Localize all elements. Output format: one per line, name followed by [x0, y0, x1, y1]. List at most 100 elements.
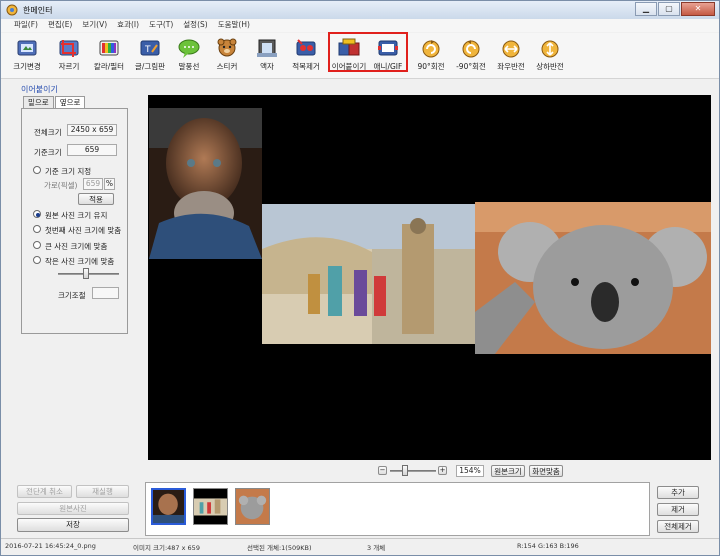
title-bar: 한메인터 ▁ ▢ ✕ [1, 1, 719, 19]
percent-toggle[interactable]: % [104, 178, 115, 190]
maximize-icon: ▢ [665, 4, 673, 13]
option-radio-fixed[interactable] [33, 166, 41, 174]
toolbar-label: 크기변경 [13, 62, 41, 71]
toolbar-label: 글/그림판 [134, 62, 166, 71]
menu-help[interactable]: 도움말(H) [213, 19, 255, 32]
panel-title: 이어붙이기 [21, 85, 58, 94]
red-eye-icon [296, 39, 316, 56]
flip-vertical-icon [541, 40, 559, 58]
photo-soldier-children [262, 204, 475, 344]
crop-button[interactable]: 자르기 [47, 35, 91, 75]
app-icon [6, 4, 18, 16]
redo-button[interactable]: 재실행 [76, 485, 129, 498]
status-count: 3 개체 [367, 544, 386, 552]
window-title: 한메인터 [23, 6, 53, 15]
original-size-button[interactable]: 원본크기 [491, 465, 525, 477]
app-window: 한메인터 ▁ ▢ ✕ 파일(F) 편집(E) 보기(V) 효과(I) 도구(T)… [0, 0, 720, 556]
menu-effects[interactable]: 효과(I) [112, 19, 144, 32]
toolbar-highlight [328, 32, 408, 72]
height-field[interactable]: 659 [83, 178, 103, 190]
toolbar-label: -90°회전 [456, 62, 486, 71]
zoom-in-button[interactable]: + [438, 466, 447, 475]
speech-bubble-icon [178, 39, 200, 58]
option-label: 첫번째 사진 크기에 맞춤 [45, 226, 122, 235]
total-size-field: 2450 x 659 [67, 124, 117, 136]
photo-old-man [149, 108, 262, 259]
menu-settings[interactable]: 설정(S) [178, 19, 212, 32]
toolbar-label: 액자 [260, 62, 274, 71]
thumbnail-item[interactable] [235, 488, 270, 525]
rotate-left-icon [462, 40, 480, 58]
resize-button[interactable]: 크기변경 [5, 35, 49, 75]
color-filter-button[interactable]: 칼라/필터 [87, 35, 131, 75]
base-size-field: 659 [67, 144, 117, 156]
red-eye-button[interactable]: 적목제거 [285, 35, 327, 75]
minimize-icon: ▁ [642, 4, 650, 13]
tab-down[interactable]: 밑으로 [23, 96, 54, 108]
status-image-size: 이미지 크기:487 x 659 [133, 544, 200, 552]
option-label: 큰 사진 크기에 맞춤 [45, 242, 108, 251]
sticker-icon [217, 38, 237, 57]
zoom-out-button[interactable]: − [378, 466, 387, 475]
flip-horizontal-button[interactable]: 좌우반전 [491, 35, 531, 75]
close-button[interactable]: ✕ [681, 2, 715, 16]
status-color: R:154 G:163 B:196 [517, 542, 579, 550]
sticker-button[interactable]: 스티커 [207, 35, 247, 75]
apply-button[interactable]: 적용 [78, 193, 114, 205]
option-radio-fit-first[interactable] [33, 225, 41, 233]
toolbar-label: 자르기 [58, 62, 80, 71]
toolbar-label: 스티커 [216, 62, 238, 71]
rotate-right-icon [422, 40, 440, 58]
thumbnail-item[interactable] [193, 488, 228, 525]
toolbar-label: 칼라/필터 [93, 62, 125, 71]
frame-button[interactable]: 액자 [247, 35, 287, 75]
text-draw-button[interactable]: T 글/그림판 [127, 35, 173, 75]
menu-edit[interactable]: 편집(E) [43, 19, 77, 32]
total-size-label: 전체크기 [34, 128, 62, 137]
zoom-slider-track[interactable] [390, 470, 436, 472]
remove-all-button[interactable]: 전체제거 [657, 520, 699, 533]
menu-file[interactable]: 파일(F) [9, 19, 43, 32]
rotate-left-button[interactable]: -90°회전 [451, 35, 491, 75]
zoom-value: 154% [456, 465, 484, 477]
rotate-right-button[interactable]: 90°회전 [411, 35, 451, 75]
undo-all-button[interactable]: 전단계 취소 [17, 485, 72, 498]
zoom-slider-thumb[interactable] [402, 465, 408, 476]
crop-icon [59, 40, 79, 57]
add-button[interactable]: 추가 [657, 486, 699, 499]
maximize-button[interactable]: ▢ [658, 2, 680, 16]
speech-bubble-button[interactable]: 말풍선 [169, 35, 209, 75]
option-label: 원본 사진 크기 유지 [45, 211, 108, 220]
flip-vertical-button[interactable]: 상하반전 [529, 35, 571, 75]
minimize-button[interactable]: ▁ [635, 2, 657, 16]
option-label: 작은 사진 크기에 맞춤 [45, 257, 115, 266]
close-icon: ✕ [694, 4, 702, 13]
thumbnail-item[interactable] [151, 488, 186, 525]
fit-screen-button[interactable]: 화면맞춤 [529, 465, 563, 477]
option-radio-keep-original[interactable] [33, 210, 41, 218]
remove-button[interactable]: 제거 [657, 503, 699, 516]
size-slider-thumb[interactable] [82, 268, 89, 279]
color-filter-icon [99, 40, 119, 56]
toolbar-label: 적목제거 [292, 62, 320, 71]
size-adjust-field[interactable] [92, 287, 119, 299]
option-radio-fit-smallest[interactable] [33, 256, 41, 264]
status-file: 2016-07-21 16:45:24_0.png [5, 542, 96, 550]
toolbar-label: 90°회전 [417, 62, 445, 71]
join-options-panel: 전체크기 2450 x 659 기준크기 659 기준 크기 지정 가로(픽셀)… [21, 108, 128, 334]
thumbnail-strip [145, 482, 650, 536]
flip-horizontal-icon [502, 40, 520, 58]
status-selection: 선택된 개체:1(509KB) [247, 544, 312, 552]
size-adjust-label: 크기조절 [58, 291, 86, 300]
toolbar-label: 상하반전 [536, 62, 564, 71]
menu-tools[interactable]: 도구(T) [144, 19, 178, 32]
menu-view[interactable]: 보기(V) [77, 19, 112, 32]
option-radio-fit-largest[interactable] [33, 241, 41, 249]
toolbar-label: 좌우반전 [497, 62, 525, 71]
menu-bar: 파일(F) 편집(E) 보기(V) 효과(I) 도구(T) 설정(S) 도움말(… [1, 19, 719, 32]
photo-koala [475, 202, 711, 354]
original-photo-button[interactable]: 원본사진 [17, 502, 129, 515]
toolbar-label: 말풍선 [178, 62, 200, 71]
save-button[interactable]: 저장 [17, 518, 129, 532]
base-size-label: 기준크기 [34, 148, 62, 157]
